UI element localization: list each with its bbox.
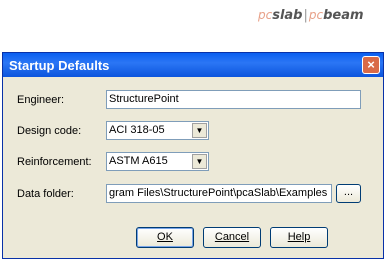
- engineer-field[interactable]: StructurePoint: [106, 90, 361, 109]
- help-button[interactable]: Help: [270, 227, 328, 248]
- product-logo: pcslab|pcbeam: [258, 8, 388, 30]
- ok-button-label: OK: [157, 231, 173, 243]
- logo-separator: |: [303, 8, 308, 23]
- dialog-title: Startup Defaults: [9, 58, 110, 73]
- reinforcement-label: Reinforcement:: [17, 156, 92, 168]
- logo-pc-prefix: pc: [258, 8, 273, 22]
- title-bar[interactable]: Startup Defaults ×: [3, 53, 383, 77]
- cancel-button[interactable]: Cancel: [203, 227, 261, 248]
- data-folder-label: Data folder:: [17, 188, 74, 200]
- chevron-down-icon[interactable]: ▼: [192, 123, 207, 138]
- logo-pcabeam: beam: [323, 8, 364, 23]
- ok-button[interactable]: OK: [136, 227, 194, 248]
- design-code-label: Design code:: [17, 125, 82, 137]
- logo-pcaslab: slab: [272, 8, 303, 23]
- engineer-label: Engineer:: [17, 94, 65, 106]
- cancel-button-label: Cancel: [214, 231, 250, 243]
- reinforcement-select[interactable]: ASTM A615 ▼: [106, 152, 209, 171]
- close-icon: ×: [367, 57, 375, 72]
- browse-button[interactable]: ...: [336, 184, 361, 203]
- design-code-value: ACI 318-05: [109, 124, 165, 136]
- data-folder-field[interactable]: gram Files\StructurePoint\pcaSlab\Exampl…: [106, 184, 332, 203]
- logo-pc-prefix: pc: [308, 8, 324, 22]
- reinforcement-value: ASTM A615: [109, 155, 168, 167]
- chevron-down-icon[interactable]: ▼: [192, 154, 207, 169]
- help-button-label: Help: [287, 231, 311, 243]
- close-button[interactable]: ×: [362, 56, 380, 74]
- startup-defaults-dialog: Startup Defaults × Engineer: StructurePo…: [2, 52, 384, 259]
- design-code-select[interactable]: ACI 318-05 ▼: [106, 121, 209, 140]
